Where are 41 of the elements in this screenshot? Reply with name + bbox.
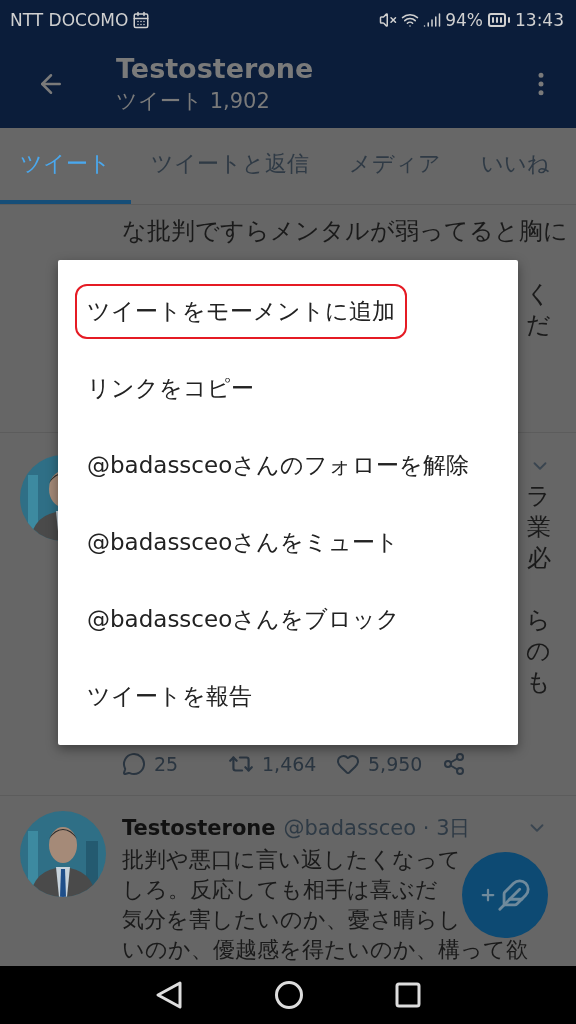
retweet-count: 1,464	[262, 753, 318, 775]
tweet-text: しろ。反応しても相手は喜ぶだ	[122, 876, 438, 904]
menu-item[interactable]: ツイートを報告	[75, 669, 264, 724]
tweet-text: な批判ですらメンタルが弱ってると胸に	[122, 216, 568, 247]
signal-icon	[423, 11, 442, 29]
reply-count: 25	[154, 753, 180, 775]
like-count: 5,950	[368, 753, 424, 775]
like-icon[interactable]	[336, 752, 360, 776]
share-icon[interactable]	[442, 752, 466, 776]
tweet-text: ら	[526, 605, 551, 636]
tweet-text: 気分を害したいのか、憂さ晴らし	[122, 906, 461, 934]
tweet-text: の	[526, 636, 551, 667]
back-icon[interactable]	[155, 980, 184, 1010]
tweet-text: 必	[527, 543, 551, 574]
battery-percent: 94%	[445, 10, 483, 30]
menu-item[interactable]: @badassceoさんをブロック	[75, 592, 413, 647]
menu-item[interactable]: リンクをコピー	[75, 361, 266, 416]
menu-item[interactable]: @badassceoさんをミュート	[75, 515, 412, 570]
tweet-text: 批判や悪口に言い返したくなって	[122, 846, 461, 874]
menu-item[interactable]: @badassceoさんのフォローを解除	[75, 438, 482, 493]
tweet-text: だ	[526, 310, 551, 341]
tweet-count: ツイート 1,902	[116, 88, 271, 115]
carrier-name: NTT DOCOMO	[10, 10, 129, 30]
recents-icon[interactable]	[394, 982, 421, 1008]
tweet-text: 業	[527, 512, 551, 543]
menu-item[interactable]: ツイートをモーメントに追加	[75, 284, 407, 339]
author-name: Testosterone	[122, 816, 276, 840]
tweet-text: も	[526, 667, 551, 698]
feather-icon	[497, 878, 531, 912]
home-icon[interactable]	[274, 980, 304, 1010]
profile-name: Testosterone	[116, 52, 315, 86]
wifi-icon	[401, 11, 420, 29]
mute-icon	[379, 11, 398, 29]
reply-icon[interactable]	[122, 752, 146, 776]
tweet-text: いのか、優越感を得たいのか、構って欲	[122, 936, 528, 964]
calendar-icon	[132, 11, 151, 29]
clock: 13:43	[515, 10, 564, 30]
tweet-text: く	[526, 279, 551, 310]
tweet-meta: @badassceo · 3日	[283, 815, 471, 842]
tweet-text: ラ	[526, 481, 551, 512]
plus-icon	[479, 886, 497, 904]
